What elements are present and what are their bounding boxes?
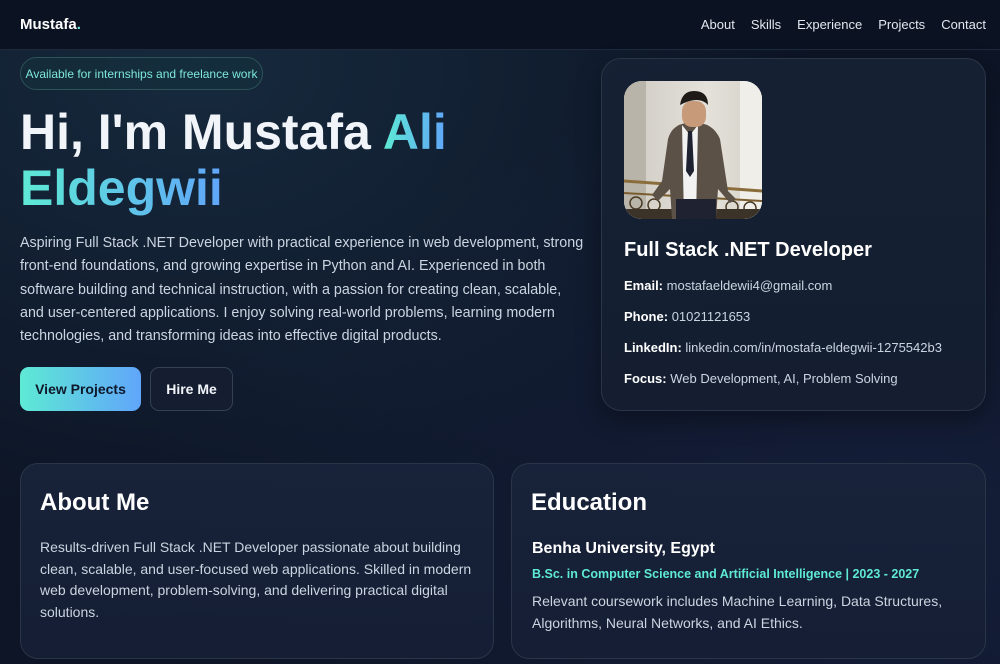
email-value[interactable]: mostafaeldewii4@gmail.com (667, 278, 833, 293)
about-card: About Me Results-driven Full Stack .NET … (20, 463, 494, 659)
about-title: About Me (40, 489, 150, 516)
logo-text: Mustafa (20, 16, 77, 33)
profile-card: Full Stack .NET Developer Email: mostafa… (601, 58, 986, 411)
view-projects-button[interactable]: View Projects (20, 367, 141, 411)
education-title: Education (531, 489, 648, 516)
hero-title-highlight-last: Eldegwii (20, 160, 223, 216)
hero-title: Hi, I'm Mustafa Ali Eldegwii (20, 104, 590, 216)
logo-dot: . (76, 16, 81, 33)
education-text: Relevant coursework includes Machine Lea… (532, 593, 943, 631)
profile-focus-row: Focus: Web Development, AI, Problem Solv… (624, 371, 898, 386)
profile-phone-row: Phone: 01021121653 (624, 309, 750, 324)
linkedin-value[interactable]: linkedin.com/in/mostafa-eldegwii-1275542… (685, 340, 942, 355)
linkedin-label: LinkedIn: (624, 340, 682, 355)
navbar: Mustafa. About Skills Experience Project… (0, 0, 1000, 50)
focus-value: Web Development, AI, Problem Solving (670, 371, 898, 386)
hero-title-prefix: Hi, I'm Mustafa (20, 104, 383, 160)
about-text: Results-driven Full Stack .NET Developer… (40, 539, 472, 621)
email-label: Email: (624, 278, 664, 293)
degree-line: B.Sc. in Computer Science and Artificial… (532, 567, 920, 581)
phone-value[interactable]: 01021121653 (672, 309, 751, 324)
availability-badge: Available for internships and freelance … (20, 57, 263, 90)
profile-photo-image (624, 81, 762, 219)
nav-link-contact[interactable]: Contact (941, 17, 986, 32)
logo[interactable]: Mustafa. (20, 16, 81, 33)
hire-me-button[interactable]: Hire Me (150, 367, 233, 411)
nav-link-experience[interactable]: Experience (797, 17, 862, 32)
profile-email-row: Email: mostafaeldewii4@gmail.com (624, 278, 832, 293)
nav-link-projects[interactable]: Projects (878, 17, 925, 32)
education-card: Education Benha University, Egypt B.Sc. … (511, 463, 986, 659)
nav-link-skills[interactable]: Skills (751, 17, 781, 32)
university-name: Benha University, Egypt (532, 540, 715, 557)
profile-linkedin-row: LinkedIn: linkedin.com/in/mostafa-eldegw… (624, 340, 942, 355)
profile-role: Full Stack .NET Developer (624, 239, 872, 261)
focus-label: Focus: (624, 371, 667, 386)
nav-links: About Skills Experience Projects Contact (701, 17, 986, 32)
hero-description: Aspiring Full Stack .NET Developer with … (20, 235, 584, 345)
profile-photo (624, 81, 762, 219)
phone-label: Phone: (624, 309, 669, 324)
nav-link-about[interactable]: About (701, 17, 735, 32)
hero-title-highlight-first: Ali (382, 104, 447, 160)
